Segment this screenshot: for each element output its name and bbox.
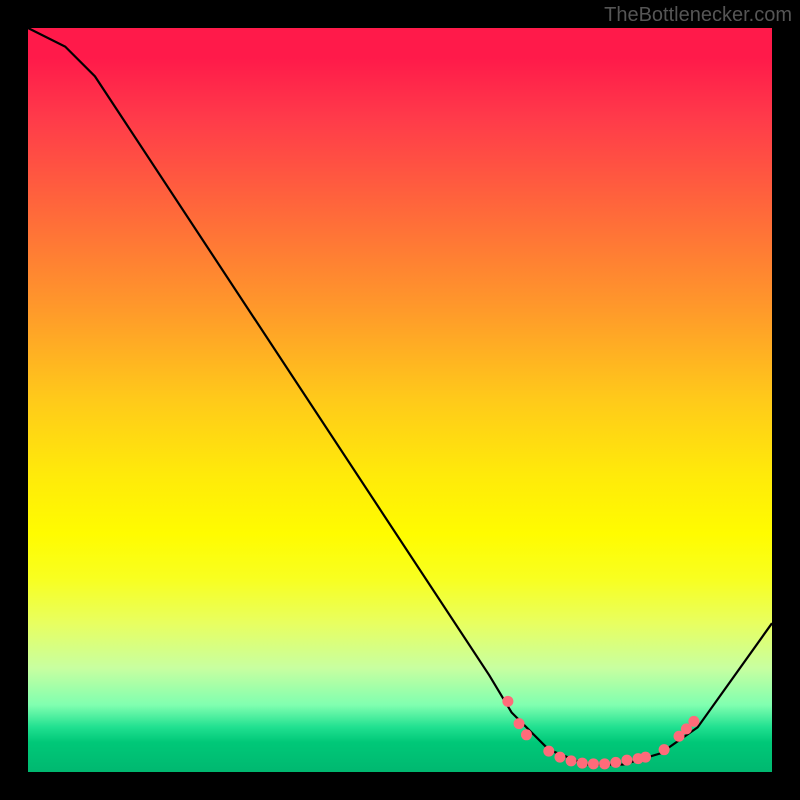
data-marker <box>514 718 525 729</box>
data-marker <box>659 744 670 755</box>
data-marker <box>688 716 699 727</box>
data-marker <box>543 746 554 757</box>
data-marker <box>502 696 513 707</box>
data-marker <box>599 758 610 769</box>
data-marker <box>640 752 651 763</box>
data-marker <box>577 758 588 769</box>
data-marker <box>610 757 621 768</box>
data-marker <box>521 729 532 740</box>
data-marker <box>566 755 577 766</box>
bottleneck-curve <box>28 28 772 765</box>
curve-group <box>28 28 772 765</box>
data-marker <box>621 755 632 766</box>
plot-area <box>28 28 772 772</box>
attribution-text: TheBottlenecker.com <box>604 4 792 27</box>
data-marker <box>554 752 565 763</box>
chart-svg <box>28 28 772 772</box>
data-marker <box>588 758 599 769</box>
